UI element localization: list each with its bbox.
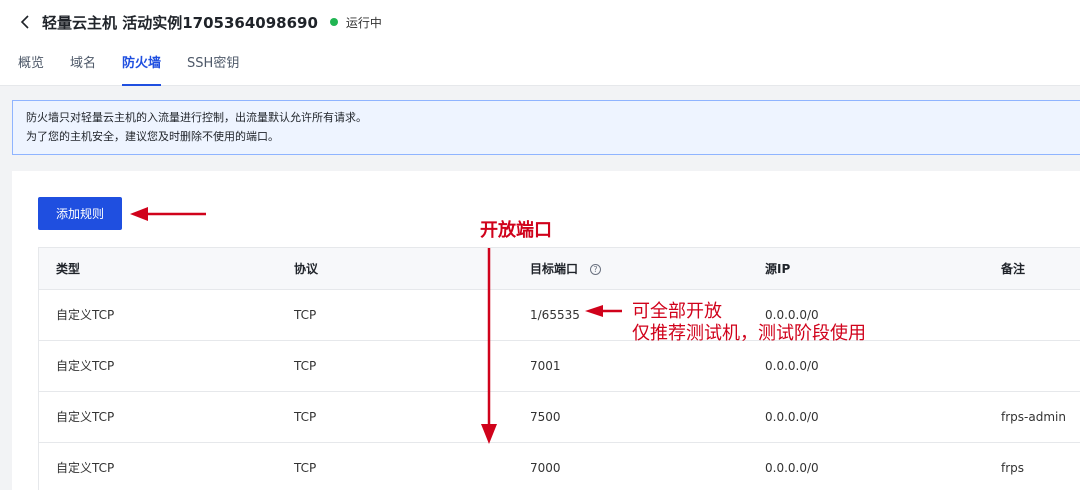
title-row: 轻量云主机 活动实例1705364098690 运行中 bbox=[16, 10, 382, 34]
cell-port: 7500 bbox=[530, 410, 561, 424]
tab-overview[interactable]: 概览 bbox=[18, 54, 44, 86]
chevron-left-icon bbox=[20, 15, 29, 29]
table-row: 自定义TCP TCP 7000 0.0.0.0/0 frps bbox=[39, 443, 1080, 490]
column-header-protocol: 协议 bbox=[294, 262, 319, 276]
column-header-note: 备注 bbox=[1001, 262, 1026, 276]
cell-port: 7001 bbox=[530, 359, 561, 373]
tab-firewall[interactable]: 防火墙 bbox=[122, 54, 162, 86]
column-header-port-label: 目标端口 bbox=[530, 262, 579, 276]
notice-line-2: 为了您的主机安全，建议您及时删除不使用的端口。 bbox=[26, 130, 279, 143]
tab-domain[interactable]: 域名 bbox=[70, 54, 96, 86]
firewall-rules-table: 类型 协议 目标端口? 源IP 备注 自定义TCP TCP 1/65535 0.… bbox=[38, 247, 1080, 490]
cell-source-ip: 0.0.0.0/0 bbox=[765, 410, 819, 424]
column-header-port: 目标端口? bbox=[530, 248, 602, 290]
annotation-open-ports: 开放端口 bbox=[480, 220, 552, 241]
table-row: 自定义TCP TCP 1/65535 0.0.0.0/0 bbox=[39, 290, 1080, 341]
notice-line-1: 防火墙只对轻量云主机的入流量进行控制，出流量默认允许所有请求。 bbox=[26, 111, 367, 124]
cell-protocol: TCP bbox=[294, 308, 317, 322]
cell-source-ip: 0.0.0.0/0 bbox=[765, 359, 819, 373]
help-circle-icon[interactable]: ? bbox=[590, 264, 602, 275]
status-dot bbox=[329, 18, 338, 26]
cell-type: 自定义TCP bbox=[56, 308, 115, 322]
cell-type: 自定义TCP bbox=[56, 359, 115, 373]
cell-type: 自定义TCP bbox=[56, 410, 115, 424]
cell-protocol: TCP bbox=[294, 359, 317, 373]
back-button[interactable] bbox=[16, 12, 34, 32]
cell-protocol: TCP bbox=[294, 461, 317, 475]
column-header-source-ip: 源IP bbox=[765, 262, 791, 276]
annotation-open-all: 可全部开放 仅推荐测试机，测试阶段使用 bbox=[632, 301, 866, 345]
page-header: 轻量云主机 活动实例1705364098690 运行中 概览 域名 防火墙 SS… bbox=[0, 0, 1080, 86]
cell-protocol: TCP bbox=[294, 410, 317, 424]
cell-type: 自定义TCP bbox=[56, 461, 115, 475]
table-row: 自定义TCP TCP 7001 0.0.0.0/0 bbox=[39, 341, 1080, 392]
cell-port: 7000 bbox=[530, 461, 561, 475]
table-row: 自定义TCP TCP 7500 0.0.0.0/0 frps-admin bbox=[39, 392, 1080, 443]
cell-port: 1/65535 bbox=[530, 308, 580, 322]
status-badge: 运行中 bbox=[329, 14, 382, 31]
annotation-open-all-line1: 可全部开放 bbox=[632, 301, 722, 322]
tab-ssh-keys[interactable]: SSH密钥 bbox=[187, 54, 239, 86]
cell-note: frps-admin bbox=[1001, 410, 1066, 424]
annotation-open-all-line2: 仅推荐测试机，测试阶段使用 bbox=[632, 323, 866, 344]
table-header: 类型 协议 目标端口? 源IP 备注 bbox=[39, 248, 1080, 290]
page-title: 轻量云主机 活动实例1705364098690 bbox=[42, 13, 318, 32]
add-rule-button[interactable]: 添加规则 bbox=[38, 197, 122, 230]
tab-bar: 概览 域名 防火墙 SSH密钥 bbox=[18, 54, 265, 86]
cell-source-ip: 0.0.0.0/0 bbox=[765, 461, 819, 475]
status-text: 运行中 bbox=[345, 15, 382, 30]
firewall-notice: 防火墙只对轻量云主机的入流量进行控制，出流量默认允许所有请求。 为了您的主机安全… bbox=[12, 100, 1080, 155]
cell-note: frps bbox=[1001, 461, 1025, 475]
column-header-type: 类型 bbox=[56, 262, 81, 276]
